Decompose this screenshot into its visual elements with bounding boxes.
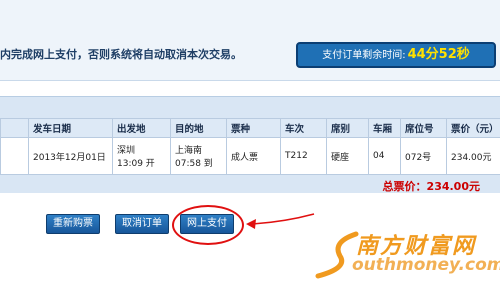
- highlight-circle: [172, 205, 244, 245]
- to-cell: 上海南 07:58 到: [170, 137, 227, 175]
- column-header: 票价（元）: [446, 118, 500, 138]
- seat-number-cell: 072号: [400, 137, 447, 175]
- column-header: 车厢: [368, 118, 401, 138]
- column-header-spacer: [0, 118, 29, 138]
- payment-countdown-box: 支付订单剩余时间: 44分52秒: [296, 42, 496, 68]
- price-cell: 234.00元: [446, 137, 500, 175]
- car-number-cell: 04: [368, 137, 401, 175]
- notice-panel: [0, 0, 500, 81]
- total-price: 总票价：234.00元: [382, 180, 480, 193]
- rebuy-button[interactable]: 重新购票: [46, 214, 100, 234]
- ticket-type-cell: 成人票: [226, 137, 281, 175]
- departure-date-cell: 2013年12月01日: [28, 137, 113, 175]
- column-header: 席别: [326, 118, 369, 138]
- column-header: 车次: [280, 118, 327, 138]
- table-header-row: 发车日期 出发地 目的地 票种 车次 席别 车厢 席位号 票价（元）: [0, 118, 500, 138]
- from-time: 13:09 开: [117, 159, 155, 169]
- train-number-cell: T212: [280, 137, 327, 175]
- countdown-value: 44分52秒: [407, 47, 470, 62]
- payment-notice-text: 内完成网上支付，否则系统将自动取消本次交易。: [0, 48, 242, 61]
- column-header: 席位号: [400, 118, 447, 138]
- watermark-english-text: outhmoney.com: [352, 255, 500, 275]
- column-header: 目的地: [170, 118, 227, 138]
- to-station: 上海南: [175, 146, 203, 156]
- annotation-arrow-icon: [246, 213, 315, 229]
- ticket-table: 发车日期 出发地 目的地 票种 车次 席别 车厢 席位号 票价（元） 2013年…: [0, 118, 500, 175]
- table-row: 2013年12月01日 深圳 13:09 开 上海南 07:58 到 成人票 T…: [0, 137, 500, 175]
- watermark-logo: 南方财富网 outhmoney.com: [312, 228, 500, 280]
- seat-class-cell: 硬座: [326, 137, 369, 175]
- cancel-order-button[interactable]: 取消订单: [115, 214, 169, 234]
- column-header: 发车日期: [28, 118, 113, 138]
- from-station: 深圳: [117, 146, 136, 156]
- to-time: 07:58 到: [175, 159, 213, 169]
- row-spacer-cell: [0, 137, 29, 175]
- from-cell: 深圳 13:09 开: [112, 137, 171, 175]
- countdown-label: 支付订单剩余时间:: [322, 50, 406, 61]
- column-header: 出发地: [112, 118, 171, 138]
- column-header: 票种: [226, 118, 281, 138]
